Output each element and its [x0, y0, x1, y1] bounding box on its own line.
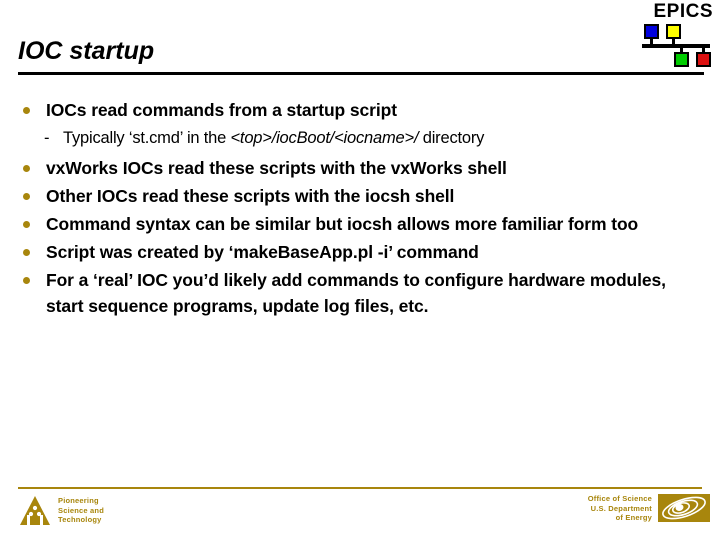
argonne-logo-icon	[18, 494, 52, 528]
bullet-dot-icon	[23, 165, 30, 172]
bullet-text: For a ‘real’ IOC you’d likely add comman…	[46, 270, 666, 316]
page-title: IOC startup	[18, 37, 155, 65]
bullet-dot-icon	[23, 277, 30, 284]
doe-tagline: Office of Science U.S. Department of Ene…	[588, 494, 652, 523]
epics-node-yellow	[666, 24, 681, 39]
epics-stem-yellow	[672, 39, 675, 45]
epics-node-blue	[644, 24, 659, 39]
bullet-dot-icon	[23, 249, 30, 256]
sub-bullet-suffix: directory	[418, 129, 485, 147]
sub-bullet-dash-icon: -	[44, 129, 50, 147]
sub-bullet-prefix: Typically ‘st.cmd’ in the	[63, 129, 231, 147]
title-divider	[18, 72, 704, 75]
list-item: IOCs read commands from a startup script	[18, 97, 708, 123]
epics-node-green	[674, 52, 689, 67]
doe-tagline-line3: of Energy	[615, 513, 652, 522]
argonne-tagline-line1: Pioneering	[58, 496, 99, 505]
list-item: Other IOCs read these scripts with the i…	[18, 183, 708, 209]
sub-bullet-path: <top>/iocBoot/<iocname>/	[230, 129, 419, 147]
doe-tagline-line2: U.S. Department	[590, 503, 652, 513]
doe-swirl-logo-icon	[658, 494, 710, 523]
bullet-dot-icon	[23, 193, 30, 200]
bullet-text: IOCs read commands from a startup script	[46, 100, 397, 120]
list-item: Script was created by ‘makeBaseApp.pl -i…	[18, 239, 708, 265]
sub-list-item: - Typically ‘st.cmd’ in the <top>/iocBoo…	[18, 125, 708, 151]
epics-wordmark: EPICS	[653, 1, 713, 22]
list-item: vxWorks IOCs read these scripts with the…	[18, 155, 708, 181]
epics-network-diagram-icon	[638, 23, 714, 67]
bullet-text: Command syntax can be similar but iocsh …	[46, 214, 639, 234]
footer-divider	[18, 487, 702, 489]
bullet-text: Script was created by ‘makeBaseApp.pl -i…	[46, 242, 479, 262]
sub-bullet-text: Typically ‘st.cmd’ in the <top>/iocBoot/…	[63, 125, 708, 151]
bullet-text: Other IOCs read these scripts with the i…	[46, 186, 455, 206]
epics-logo: EPICS	[638, 1, 714, 67]
argonne-tagline-line3: Technology	[58, 515, 102, 524]
list-item: For a ‘real’ IOC you’d likely add comman…	[18, 267, 708, 319]
bullet-text: vxWorks IOCs read these scripts with the…	[46, 158, 507, 178]
doe-tagline-line1: Office of Science	[587, 494, 652, 503]
bullet-dot-icon	[23, 221, 30, 228]
list-item: Command syntax can be similar but iocsh …	[18, 211, 708, 237]
argonne-branding: Pioneering Science and Technology	[18, 494, 104, 528]
epics-stem-blue	[650, 39, 653, 45]
doe-branding: Office of Science U.S. Department of Ene…	[588, 494, 710, 523]
argonne-tagline: Pioneering Science and Technology	[58, 494, 104, 525]
argonne-tagline-line2: Science and	[58, 505, 104, 515]
slide-body: IOCs read commands from a startup script…	[18, 97, 708, 321]
bullet-dot-icon	[23, 107, 30, 114]
epics-node-red	[696, 52, 711, 67]
